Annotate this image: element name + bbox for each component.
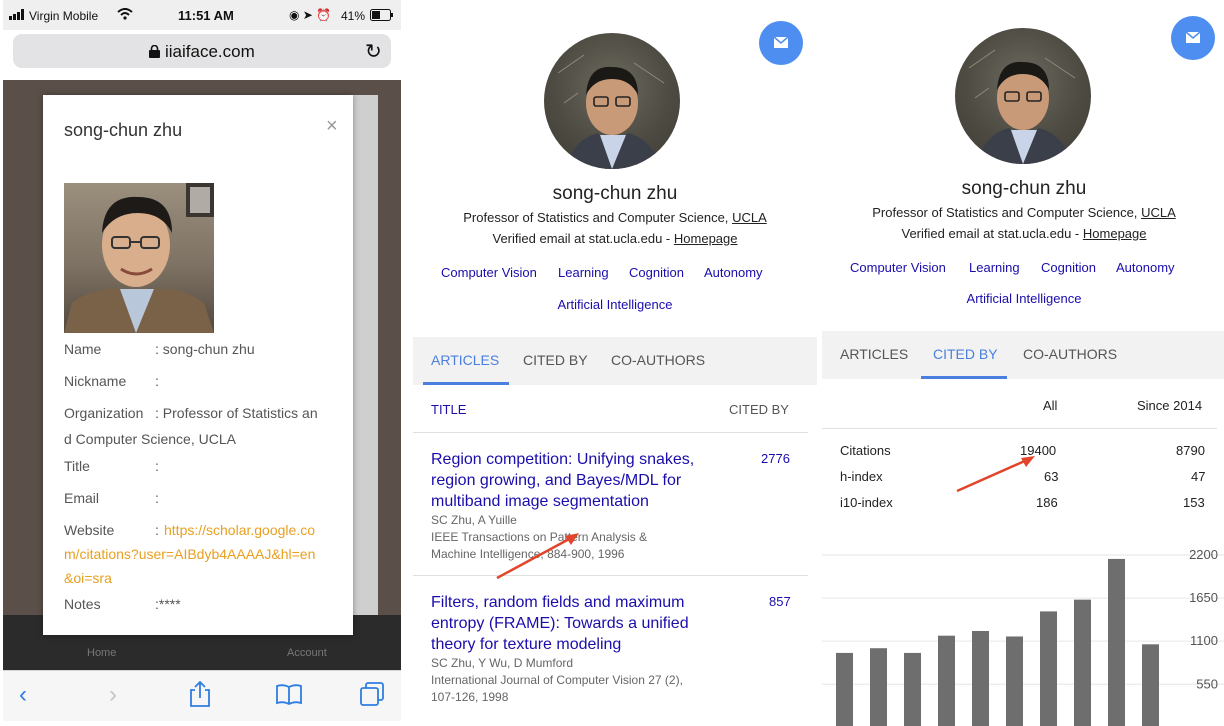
citation-bar[interactable] (1074, 599, 1091, 726)
citation-bar[interactable] (1040, 611, 1057, 726)
back-icon[interactable]: ‹ (19, 681, 27, 709)
citation-bar[interactable] (1006, 636, 1023, 726)
close-icon[interactable]: × (326, 115, 338, 138)
profile-photo (64, 183, 214, 333)
field-label-name: Name (64, 341, 102, 357)
citation-bar[interactable] (870, 648, 887, 726)
footer-account-link[interactable]: Account (287, 647, 327, 659)
y-tick-label: 550 (1196, 676, 1218, 691)
url-text: iiaiface.com (164, 42, 255, 61)
field-value-email: : (155, 490, 159, 506)
modal-title: song-chun zhu (64, 120, 183, 140)
citation-bar[interactable] (1142, 644, 1159, 726)
field-value-website-colon: : (155, 522, 159, 538)
field-value-organization: : Professor of Statistics an (155, 405, 318, 421)
y-tick-label: 2200 (1189, 547, 1218, 562)
annotation-arrow (496, 533, 579, 580)
website-link-line3[interactable]: &oi=sra (64, 570, 112, 586)
field-value-organization-cont: d Computer Science, UCLA (64, 431, 236, 447)
field-value-name: : song-chun zhu (155, 341, 255, 357)
field-label-notes: Notes (64, 596, 101, 612)
field-value-notes: :**** (155, 596, 181, 612)
field-value-nickname: : (155, 373, 159, 389)
signal-icon (9, 9, 25, 23)
website-link-line2[interactable]: m/citations?user=AIBdyb4AAAAJ&hl=en (64, 546, 315, 562)
bookmarks-icon[interactable] (275, 683, 303, 710)
field-label-organization: Organization (64, 405, 144, 421)
scholar-articles-panel: song-chun zhu Professor of Statistics an… (413, 0, 817, 726)
clock-time: 11:51 AM (178, 8, 234, 23)
citation-bar[interactable] (972, 630, 989, 726)
field-value-title: : (155, 458, 159, 474)
address-bar[interactable]: iiaiface.com ↻ (13, 34, 391, 68)
citation-bar[interactable] (938, 635, 955, 726)
citations-bar-chart: 2200 1650 1100 550 (822, 547, 1224, 726)
tabs-icon[interactable] (359, 681, 385, 712)
profile-modal: song-chun zhu × Name : song-chun zhu Nic… (43, 95, 353, 635)
y-tick-label: 1650 (1189, 590, 1218, 605)
field-label-nickname: Nickname (64, 373, 127, 389)
footer-home-link[interactable]: Home (87, 647, 116, 659)
wifi-icon (117, 8, 133, 23)
y-tick-label: 1100 (1190, 633, 1218, 648)
location-alarm-icons: ◉ ➤ ⏰ (289, 8, 332, 22)
battery-percent: 41% (341, 9, 366, 23)
reload-icon[interactable]: ↻ (365, 39, 382, 64)
lock-icon (149, 42, 165, 61)
browser-toolbar: ‹ › (3, 670, 401, 721)
mobile-browser-panel: Virgin Mobile 11:51 AM ◉ ➤ ⏰ 41% iiaifac… (3, 0, 401, 726)
citation-bar[interactable] (836, 652, 853, 726)
field-label-email: Email (64, 490, 100, 506)
forward-icon[interactable]: › (109, 681, 117, 709)
scholar-cited-by-panel: song-chun zhu Professor of Statistics an… (822, 0, 1224, 726)
battery-icon (370, 9, 394, 24)
field-label-title: Title (64, 458, 90, 474)
citation-bar[interactable] (904, 652, 921, 726)
status-bar: Virgin Mobile 11:51 AM ◉ ➤ ⏰ 41% (3, 0, 401, 30)
citation-bar[interactable] (1108, 558, 1125, 726)
website-link-line1[interactable]: https://scholar.google.co (164, 522, 315, 538)
field-label-website: Website (64, 522, 115, 538)
carrier-label: Virgin Mobile (29, 9, 99, 23)
share-icon[interactable] (189, 680, 211, 712)
